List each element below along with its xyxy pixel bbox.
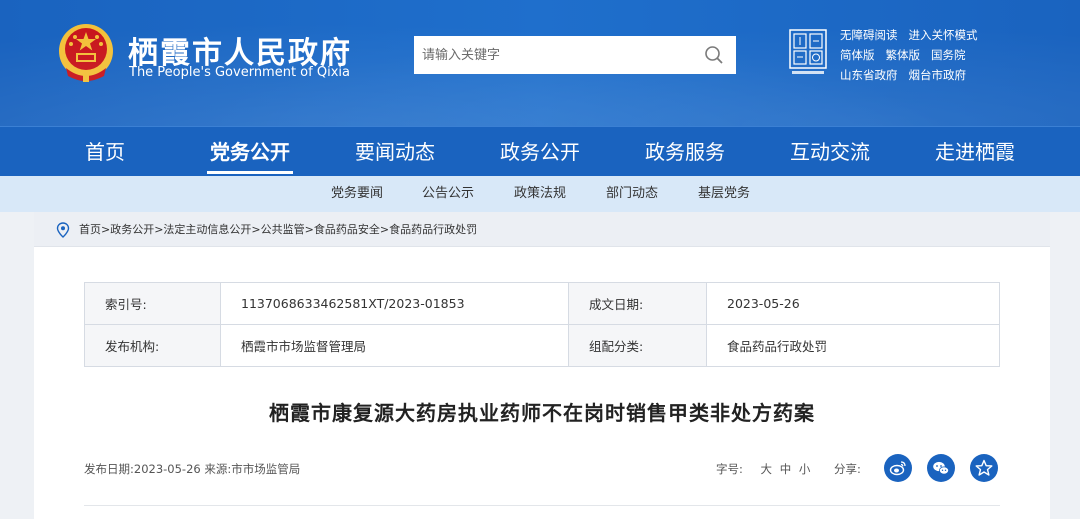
search-box — [414, 36, 736, 74]
link-traditional[interactable]: 繁体版 — [886, 48, 921, 62]
site-header: 栖霞市人民政府 The People's Government of Qixia… — [0, 0, 1080, 126]
share-weibo-button[interactable] — [884, 454, 912, 482]
link-simplified[interactable]: 简体版 — [840, 48, 875, 62]
article-meta-table: 索引号: 1137068633462581XT/2023-01853 成文日期:… — [84, 282, 1000, 367]
main-nav: 首页 党务公开 要闻动态 政务公开 政务服务 互动交流 走进栖霞 — [0, 126, 1080, 176]
subnav-party-news[interactable]: 党务要闻 — [331, 176, 383, 212]
site-subtitle: The People's Government of Qixia — [129, 65, 350, 80]
link-shandong-gov[interactable]: 山东省政府 — [840, 68, 898, 82]
nav-news[interactable]: 要闻动态 — [330, 127, 460, 177]
index-label: 索引号: — [84, 282, 221, 325]
search-input[interactable] — [414, 36, 694, 74]
subnav-policies[interactable]: 政策法规 — [514, 176, 566, 212]
nav-about-qixia[interactable]: 走进栖霞 — [910, 127, 1040, 177]
nav-home[interactable]: 首页 — [40, 127, 170, 177]
link-state-council[interactable]: 国务院 — [931, 48, 966, 62]
link-care-mode[interactable]: 进入关怀模式 — [909, 28, 978, 42]
link-accessibility[interactable]: 无障碍阅读 — [840, 28, 898, 42]
category-value: 食品药品行政处罚 — [706, 324, 1000, 367]
nav-government-affairs[interactable]: 政务公开 — [475, 127, 605, 177]
qzone-star-icon — [975, 459, 993, 476]
share-qzone-button[interactable] — [970, 454, 998, 482]
top-links: 无障碍阅读 进入关怀模式 简体版 繁体版 国务院 山东省政府 烟台市政府 — [840, 25, 989, 85]
share-label: 分享: — [834, 462, 861, 476]
national-emblem-icon — [59, 24, 113, 82]
subnav-announcements[interactable]: 公告公示 — [422, 176, 474, 212]
date-label: 成文日期: — [568, 282, 707, 325]
breadcrumb-bar: 首页>政务公开>法定主动信息公开>公共监管>食品药品安全>食品药品行政处罚 — [34, 212, 1050, 247]
font-size-control: 字号: 大 中 小 — [716, 461, 810, 477]
publish-info: 发布日期:2023-05-26 来源:市市场监管局 — [84, 462, 301, 476]
date-value: 2023-05-26 — [706, 282, 1000, 325]
font-size-large[interactable]: 大 — [761, 462, 773, 476]
font-size-label: 字号: — [716, 462, 743, 476]
content-divider — [84, 505, 1000, 506]
link-yantai-gov[interactable]: 烟台市政府 — [909, 68, 967, 82]
breadcrumb[interactable]: 首页>政务公开>法定主动信息公开>公共监管>食品药品安全>食品药品行政处罚 — [79, 212, 477, 247]
org-value: 栖霞市市场监督管理局 — [220, 324, 569, 367]
wechat-icon — [933, 461, 949, 475]
sub-nav: 党务要闻 公告公示 政策法规 部门动态 基层党务 — [0, 176, 1080, 212]
search-icon[interactable] — [704, 45, 724, 65]
article-card: 索引号: 1137068633462581XT/2023-01853 成文日期:… — [34, 247, 1050, 519]
share-wechat-button[interactable] — [927, 454, 955, 482]
org-label: 发布机构: — [84, 324, 221, 367]
font-size-medium[interactable]: 中 — [780, 462, 792, 476]
subnav-grassroots[interactable]: 基层党务 — [698, 176, 750, 212]
article-title: 栖霞市康复源大药房执业药师不在岗时销售甲类非处方药案 — [269, 401, 815, 425]
index-value: 1137068633462581XT/2023-01853 — [220, 282, 569, 325]
weibo-icon — [889, 461, 906, 476]
nav-government-services[interactable]: 政务服务 — [620, 127, 750, 177]
yantai-logo-icon[interactable] — [789, 29, 827, 77]
nav-party-affairs[interactable]: 党务公开 — [185, 127, 315, 177]
nav-interaction[interactable]: 互动交流 — [765, 127, 895, 177]
font-size-small[interactable]: 小 — [799, 462, 811, 476]
category-label: 组配分类: — [568, 324, 707, 367]
subnav-department-news[interactable]: 部门动态 — [606, 176, 658, 212]
location-pin-icon — [56, 222, 70, 238]
